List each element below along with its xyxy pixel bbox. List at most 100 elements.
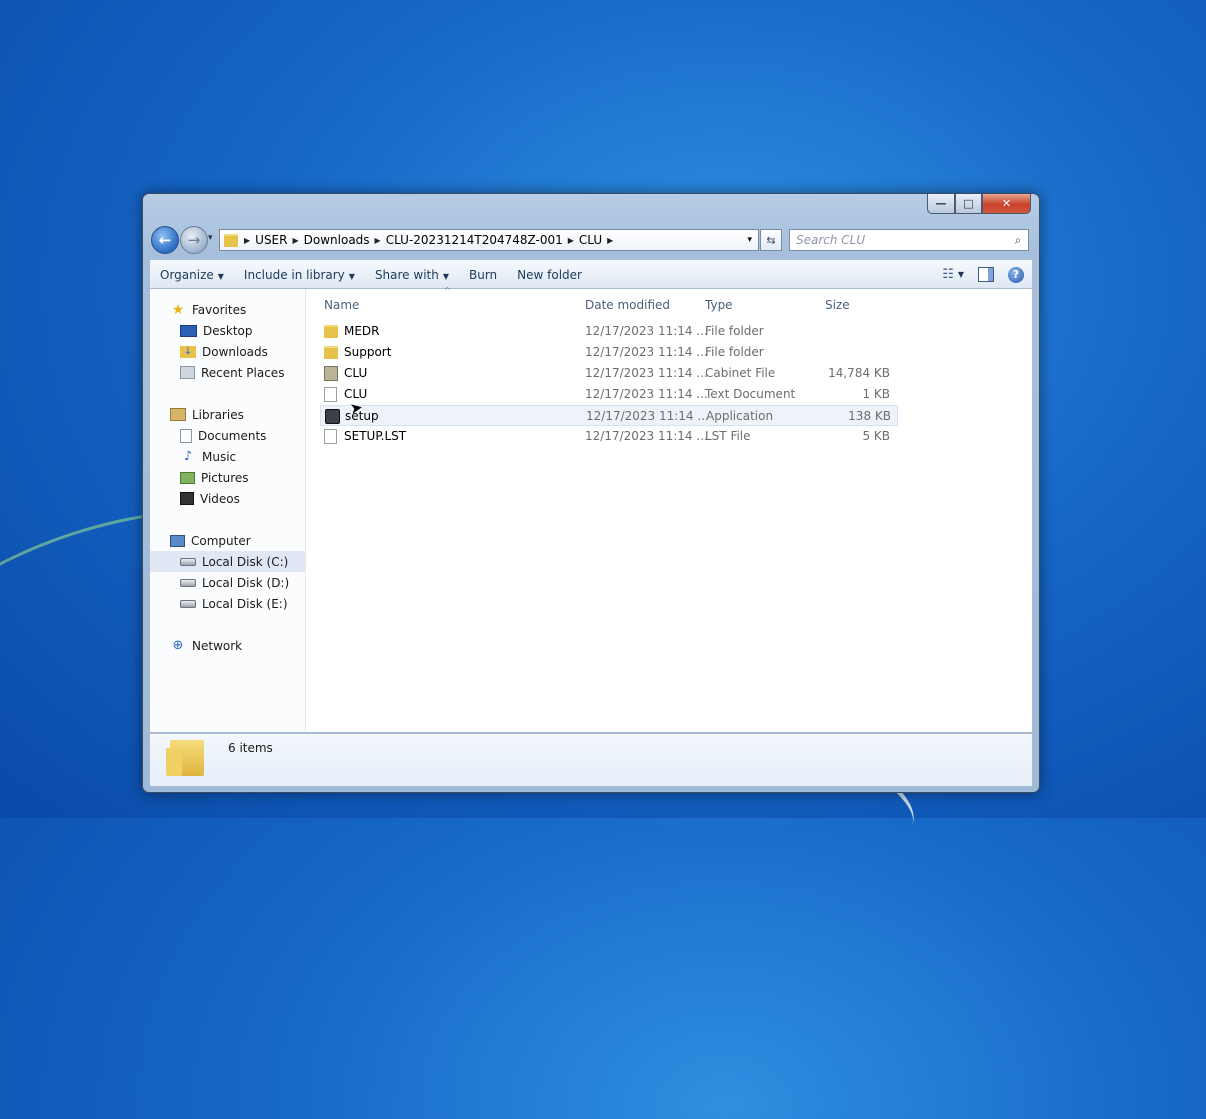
folder-icon <box>166 740 204 776</box>
sort-indicator-icon: ^ <box>444 286 451 295</box>
column-header-type[interactable]: Type <box>705 298 733 312</box>
sidebar-item-local-disk-e[interactable]: Local Disk (E:) <box>150 593 305 614</box>
breadcrumb-downloads[interactable]: Downloads <box>299 233 375 247</box>
maximize-button[interactable]: □ <box>955 194 982 214</box>
network-icon: ⊕ <box>172 638 184 653</box>
chevron-down-icon: ▼ <box>348 271 355 281</box>
include-in-library-button[interactable]: Include in library ▼ <box>234 268 365 282</box>
folder-icon <box>324 324 338 341</box>
file-name: SETUP.LST <box>344 429 407 443</box>
sidebar-item-documents[interactable]: Documents <box>150 425 305 446</box>
file-name: MEDR <box>344 324 380 338</box>
search-input[interactable] <box>790 232 1008 248</box>
minimize-button[interactable]: — <box>927 194 955 214</box>
sidebar-item-network[interactable]: ⊕ Network <box>150 635 305 656</box>
file-row[interactable]: CLU 12/17/2023 11:14 ... Text Document 1… <box>320 384 896 405</box>
organize-label: Organize <box>160 267 214 282</box>
view-options-dropdown-icon[interactable]: ▼ <box>958 270 964 279</box>
sidebar-item-label: Documents <box>198 428 267 443</box>
sidebar-item-computer[interactable]: Computer <box>150 530 305 551</box>
sidebar-item-local-disk-d[interactable]: Local Disk (D:) <box>150 572 305 593</box>
sidebar-item-label: Desktop <box>203 323 253 338</box>
sidebar-item-videos[interactable]: Videos <box>150 488 305 509</box>
breadcrumb-clu-archive[interactable]: CLU-20231214T204748Z-001 <box>381 233 568 247</box>
disk-icon <box>180 557 196 566</box>
search-icon[interactable]: ⌕ <box>1008 233 1028 248</box>
sidebar-item-recent-places[interactable]: Recent Places <box>150 362 305 383</box>
share-with-label: Share with <box>374 267 439 282</box>
share-with-button[interactable]: Share with ▼ <box>365 268 459 282</box>
forward-button[interactable]: → <box>180 226 208 254</box>
file-list-pane[interactable]: ^ Name Date modified Type Size MEDR 12/1… <box>306 286 1032 732</box>
music-icon: ♪ <box>183 449 193 464</box>
new-folder-button[interactable]: New folder <box>507 268 592 282</box>
file-row[interactable]: Support 12/17/2023 11:14 ... File folder <box>320 342 896 363</box>
sidebar-item-label: Videos <box>200 491 240 506</box>
address-dropdown-icon[interactable]: ▾ <box>747 235 758 245</box>
back-button[interactable]: ← <box>151 226 179 254</box>
close-button[interactable]: ✕ <box>982 194 1031 214</box>
recent-pages-dropdown[interactable]: ▾ <box>208 233 213 243</box>
sidebar-item-music[interactable]: ♪ Music <box>150 446 305 467</box>
organize-button[interactable]: Organize ▼ <box>150 268 234 282</box>
pictures-icon <box>180 471 195 484</box>
sidebar-item-label: Favorites <box>192 302 247 317</box>
preview-pane-icon[interactable] <box>978 267 994 282</box>
burn-button[interactable]: Burn <box>459 268 507 282</box>
help-icon[interactable]: ? <box>1008 266 1024 283</box>
file-size: 1 KB <box>862 387 890 401</box>
sidebar-item-label: Pictures <box>201 470 249 485</box>
command-bar: Organize ▼ Include in library ▼ Share with… <box>149 259 1033 289</box>
file-date: 12/17/2023 11:14 ... <box>585 366 708 380</box>
content-area: ★ Favorites Desktop ↓ Downloads Recent Pla… <box>149 286 1033 733</box>
details-pane: 6 items <box>149 733 1033 787</box>
file-size: 14,784 KB <box>828 366 890 380</box>
file-date: 12/17/2023 11:14 ... <box>586 409 709 423</box>
desktop-icon <box>180 324 197 337</box>
view-controls: ☷ ▼ ? <box>942 266 1032 283</box>
refresh-button[interactable]: ⇆ <box>760 229 782 251</box>
file-date: 12/17/2023 11:14 ... <box>585 387 708 401</box>
application-icon <box>325 409 340 427</box>
navigation-row: ← → ▾ ▶ USER ▶ Downloads ▶ CLU-20231214T… <box>151 226 1031 254</box>
file-row[interactable]: setup 12/17/2023 11:14 ... Application 1… <box>320 405 898 426</box>
recent-places-icon <box>180 366 195 379</box>
file-name: CLU <box>344 366 368 380</box>
column-header-date-modified[interactable]: Date modified <box>585 298 670 312</box>
column-header-size[interactable]: Size <box>825 298 850 312</box>
navigation-pane[interactable]: ★ Favorites Desktop ↓ Downloads Recent Pla… <box>150 289 306 732</box>
videos-icon <box>180 492 194 505</box>
breadcrumb-user[interactable]: USER <box>250 233 292 247</box>
file-date: 12/17/2023 11:14 ... <box>585 324 708 338</box>
sidebar-item-label: Local Disk (E:) <box>202 596 288 611</box>
breadcrumb-separator-icon[interactable]: ▶ <box>607 236 613 245</box>
file-row[interactable]: SETUP.LST 12/17/2023 11:14 ... LST File … <box>320 426 896 447</box>
sidebar-item-pictures[interactable]: Pictures <box>150 467 305 488</box>
file-type: Text Document <box>705 387 796 401</box>
file-row[interactable]: MEDR 12/17/2023 11:14 ... File folder <box>320 321 896 342</box>
sidebar-item-label: Music <box>202 449 237 464</box>
folder-icon <box>324 345 338 362</box>
sidebar-item-local-disk-c[interactable]: Local Disk (C:) <box>150 551 305 572</box>
breadcrumb-clu[interactable]: CLU <box>574 233 607 247</box>
column-header-row: Name Date modified Type Size <box>306 296 1032 316</box>
sidebar-item-label: Network <box>192 638 243 653</box>
file-row[interactable]: CLU 12/17/2023 11:14 ... Cabinet File 14… <box>320 363 896 384</box>
cabinet-file-icon <box>324 366 338 384</box>
change-view-icon[interactable]: ☷ <box>942 267 954 282</box>
sidebar-item-desktop[interactable]: Desktop <box>150 320 305 341</box>
folder-icon <box>224 233 238 247</box>
sidebar-item-downloads[interactable]: ↓ Downloads <box>150 341 305 362</box>
downloads-icon: ↓ <box>180 345 196 358</box>
star-icon: ★ <box>171 301 185 318</box>
sidebar-item-libraries[interactable]: Libraries <box>150 404 305 425</box>
include-in-library-label: Include in library <box>243 267 345 282</box>
address-bar[interactable]: ▶ USER ▶ Downloads ▶ CLU-20231214T204748… <box>219 229 759 251</box>
column-header-name[interactable]: Name <box>324 298 359 312</box>
library-icon <box>170 408 186 421</box>
file-size: 5 KB <box>862 429 890 443</box>
file-type: LST File <box>705 429 751 443</box>
disk-icon <box>180 599 196 608</box>
sidebar-item-favorites[interactable]: ★ Favorites <box>150 299 305 320</box>
